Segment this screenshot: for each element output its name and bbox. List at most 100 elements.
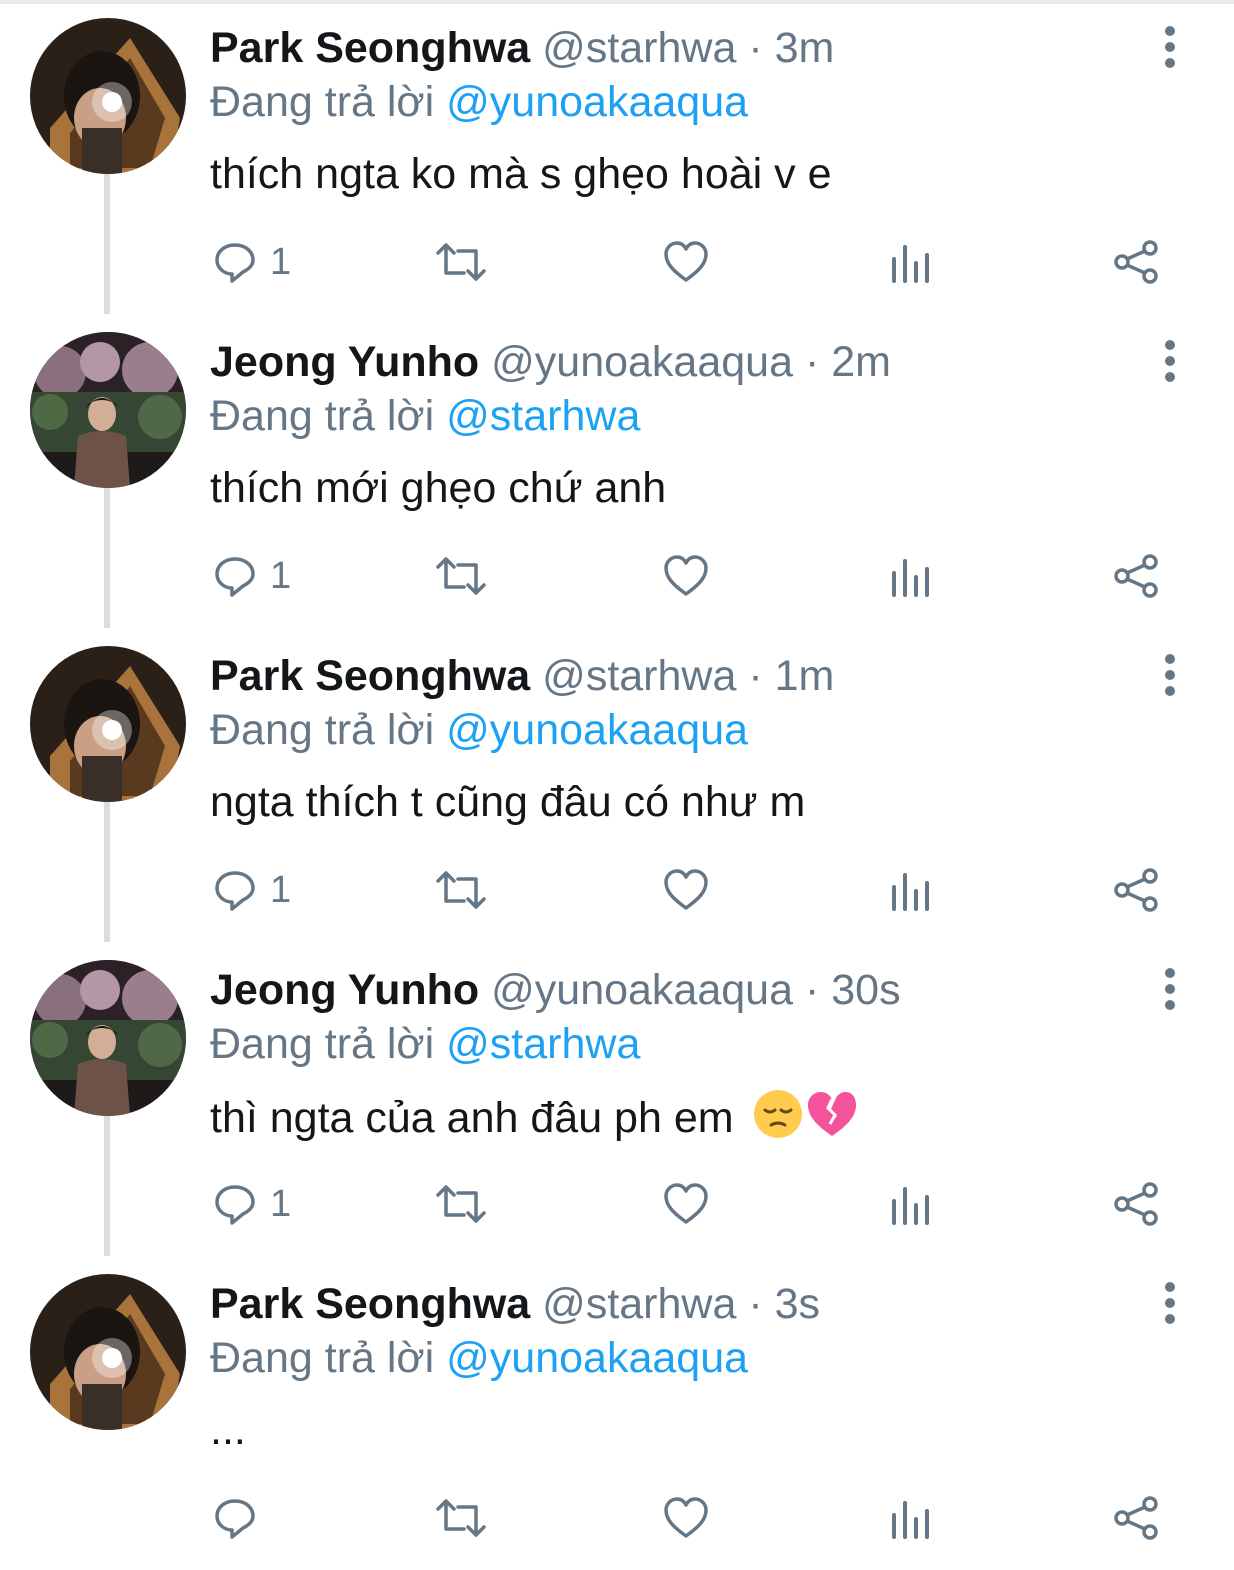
tweet[interactable]: Park Seonghwa @starhwa · 1m Đang trả lời… xyxy=(0,628,1234,942)
like-button[interactable] xyxy=(662,1488,710,1548)
reply-mention[interactable]: @yunoakaaqua xyxy=(446,1334,748,1382)
retweet-icon xyxy=(436,871,486,909)
reply-prefix: Đang trả lời xyxy=(210,392,435,440)
timestamp[interactable]: 30s xyxy=(831,966,900,1014)
tweet-actions xyxy=(0,1488,1234,1548)
reply-button[interactable]: 1 xyxy=(212,1174,291,1234)
reply-icon xyxy=(215,557,255,597)
retweet-icon xyxy=(436,1499,486,1537)
reply-count: 1 xyxy=(270,241,292,283)
analytics-icon xyxy=(892,873,929,911)
broken-heart-emoji xyxy=(804,1088,860,1154)
share-button[interactable] xyxy=(1112,546,1160,606)
timestamp[interactable]: 1m xyxy=(775,652,835,700)
heart-icon xyxy=(664,869,708,910)
reply-mention[interactable]: @starhwa xyxy=(446,392,640,440)
tweet-text: thích mới ghẹo chứ anh xyxy=(210,464,667,512)
tweet-header: Park Seonghwa @starhwa · 3m xyxy=(210,22,834,74)
analytics-button[interactable] xyxy=(890,232,932,292)
heart-icon xyxy=(664,555,708,596)
analytics-button[interactable] xyxy=(890,1174,932,1234)
retweet-button[interactable] xyxy=(434,860,488,920)
avatar-seonghwa[interactable] xyxy=(30,1274,186,1430)
like-button[interactable] xyxy=(662,1174,710,1234)
share-button[interactable] xyxy=(1112,232,1160,292)
share-button[interactable] xyxy=(1112,1174,1160,1234)
share-icon xyxy=(1114,1496,1158,1540)
author-name[interactable]: Park Seonghwa xyxy=(210,652,530,700)
author-handle[interactable]: @yunoakaaqua xyxy=(491,966,793,1014)
analytics-icon xyxy=(892,559,929,597)
reply-button[interactable]: 1 xyxy=(212,860,291,920)
reply-mention[interactable]: @yunoakaaqua xyxy=(446,78,748,126)
reply-prefix: Đang trả lời xyxy=(210,1020,435,1068)
share-button[interactable] xyxy=(1112,1488,1160,1548)
author-handle[interactable]: @starhwa xyxy=(542,1280,736,1328)
timestamp[interactable]: 2m xyxy=(831,338,891,386)
reply-icon xyxy=(215,243,255,283)
author-name[interactable]: Park Seonghwa xyxy=(210,1280,530,1328)
heart-icon xyxy=(664,1497,708,1538)
tweet-actions: 1 xyxy=(0,1174,1234,1234)
tweet-actions: 1 xyxy=(0,232,1234,292)
avatar-yunho[interactable] xyxy=(30,960,186,1116)
tweet-thread: Park Seonghwa @starhwa · 3m Đang trả lời… xyxy=(0,0,1234,1570)
reply-button[interactable]: 1 xyxy=(212,232,291,292)
author-name[interactable]: Jeong Yunho xyxy=(210,966,479,1014)
tweet-header: Jeong Yunho @yunoakaaqua · 30s xyxy=(210,964,901,1016)
share-icon xyxy=(1114,240,1158,284)
avatar-seonghwa[interactable] xyxy=(30,18,186,174)
reply-count: 1 xyxy=(270,555,292,597)
reply-mention[interactable]: @starhwa xyxy=(446,1020,640,1068)
tweet[interactable]: Jeong Yunho @yunoakaaqua · 2m Đang trả l… xyxy=(0,314,1234,628)
retweet-button[interactable] xyxy=(434,1174,488,1234)
replying-to: Đang trả lời @starhwa xyxy=(210,1018,640,1070)
reply-count: 1 xyxy=(270,869,292,911)
tweet[interactable]: Jeong Yunho @yunoakaaqua · 30s Đang trả … xyxy=(0,942,1234,1256)
tweet-header: Park Seonghwa @starhwa · 1m xyxy=(210,650,834,702)
reply-mention[interactable]: @yunoakaaqua xyxy=(446,706,748,754)
like-button[interactable] xyxy=(662,860,710,920)
analytics-button[interactable] xyxy=(890,860,932,920)
analytics-button[interactable] xyxy=(890,546,932,606)
avatar-yunho[interactable] xyxy=(30,332,186,488)
author-handle[interactable]: @starhwa xyxy=(542,24,736,72)
more-vertical-icon[interactable] xyxy=(1150,20,1190,74)
analytics-button[interactable] xyxy=(890,1488,932,1548)
more-vertical-icon[interactable] xyxy=(1150,1276,1190,1330)
reply-button[interactable] xyxy=(212,1488,270,1548)
retweet-button[interactable] xyxy=(434,232,488,292)
separator: · xyxy=(748,652,763,700)
analytics-icon xyxy=(892,245,929,283)
share-icon xyxy=(1114,1182,1158,1226)
tweet-header: Park Seonghwa @starhwa · 3s xyxy=(210,1278,820,1330)
like-button[interactable] xyxy=(662,232,710,292)
author-name[interactable]: Jeong Yunho xyxy=(210,338,479,386)
more-vertical-icon[interactable] xyxy=(1150,334,1190,388)
tweet-text: ... xyxy=(210,1406,246,1454)
avatar-seonghwa[interactable] xyxy=(30,646,186,802)
like-button[interactable] xyxy=(662,546,710,606)
timestamp[interactable]: 3s xyxy=(775,1280,820,1328)
share-button[interactable] xyxy=(1112,860,1160,920)
author-name[interactable]: Park Seonghwa xyxy=(210,24,530,72)
more-vertical-icon[interactable] xyxy=(1150,648,1190,702)
separator: · xyxy=(804,966,820,1014)
tweet-text-line: thì ngta của anh đâu ph em xyxy=(210,1088,860,1144)
tweet[interactable]: Park Seonghwa @starhwa · 3m Đang trả lời… xyxy=(0,0,1234,314)
pensive-face-emoji xyxy=(752,1088,804,1154)
more-vertical-icon[interactable] xyxy=(1150,962,1190,1016)
tweet-header: Jeong Yunho @yunoakaaqua · 2m xyxy=(210,336,891,388)
timestamp[interactable]: 3m xyxy=(775,24,835,72)
reply-button[interactable]: 1 xyxy=(212,546,291,606)
retweet-button[interactable] xyxy=(434,1488,488,1548)
share-icon xyxy=(1114,554,1158,598)
reply-prefix: Đang trả lời xyxy=(210,706,435,754)
reply-prefix: Đang trả lời xyxy=(210,78,435,126)
tweet[interactable]: Park Seonghwa @starhwa · 3s Đang trả lời… xyxy=(0,1256,1234,1570)
author-handle[interactable]: @yunoakaaqua xyxy=(491,338,793,386)
retweet-button[interactable] xyxy=(434,546,488,606)
heart-icon xyxy=(664,241,708,282)
author-handle[interactable]: @starhwa xyxy=(542,652,736,700)
tweet-text: thì ngta của anh đâu ph em xyxy=(210,1094,734,1142)
